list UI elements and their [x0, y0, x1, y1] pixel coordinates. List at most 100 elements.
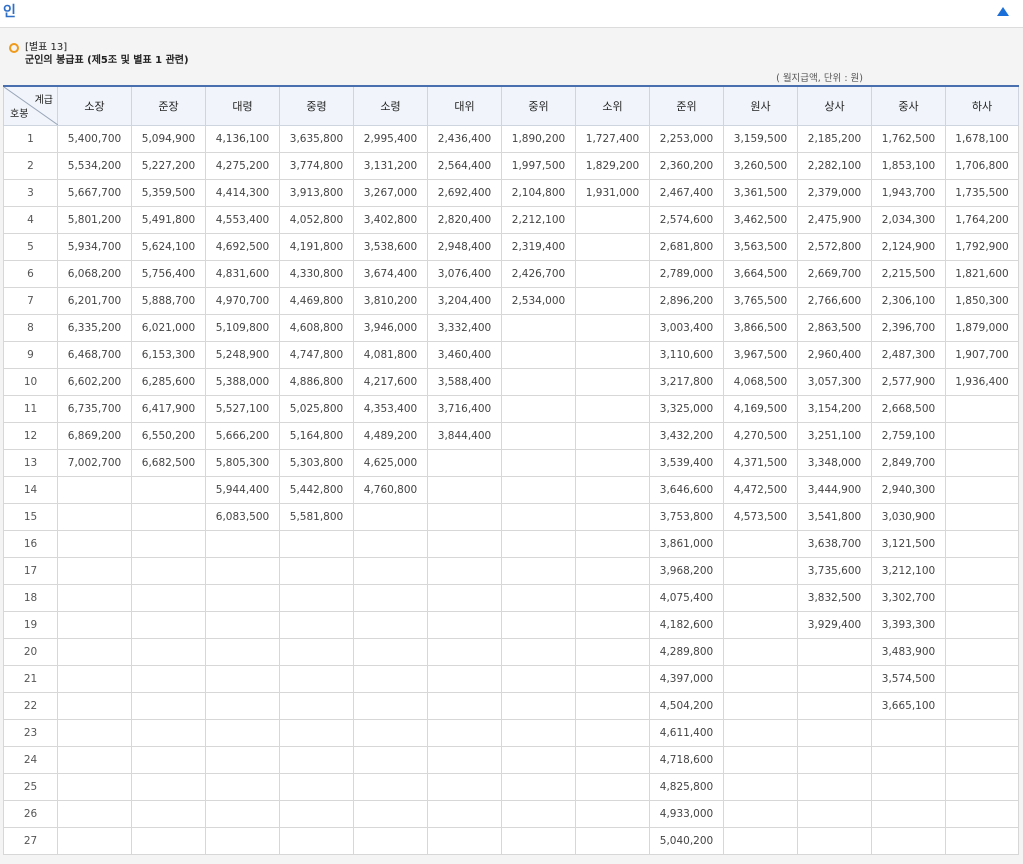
- rank-axis-label: 계급: [34, 95, 53, 106]
- salary-cell: 1,762,500: [871, 125, 946, 153]
- salary-cell: [575, 449, 650, 477]
- salary-cell: [205, 611, 280, 639]
- salary-cell: [205, 827, 280, 855]
- salary-cell: 3,361,500: [723, 179, 798, 207]
- salary-cell: [131, 503, 206, 531]
- salary-cell: 4,068,500: [723, 368, 798, 396]
- salary-cell: 5,581,800: [279, 503, 354, 531]
- salary-cell: 1,764,200: [945, 206, 1019, 234]
- salary-cell: 2,319,400: [501, 233, 576, 261]
- column-header: 소령: [353, 85, 428, 126]
- salary-cell: 4,182,600: [649, 611, 724, 639]
- step-cell: 12: [3, 422, 58, 450]
- salary-cell: 3,541,800: [797, 503, 872, 531]
- step-cell: 2: [3, 152, 58, 180]
- salary-cell: [427, 800, 502, 828]
- circle-bullet-icon: [9, 43, 19, 53]
- salary-cell: 6,682,500: [131, 449, 206, 477]
- column-header: 중위: [501, 85, 576, 126]
- salary-cell: [279, 584, 354, 612]
- salary-cell: 3,325,000: [649, 395, 724, 423]
- salary-cell: 1,997,500: [501, 152, 576, 180]
- step-axis-label: 호봉: [10, 109, 29, 120]
- salary-cell: 6,201,700: [57, 287, 132, 315]
- salary-cell: 3,716,400: [427, 395, 502, 423]
- salary-cell: 4,718,600: [649, 746, 724, 774]
- salary-cell: 4,275,200: [205, 152, 280, 180]
- salary-cell: 6,602,200: [57, 368, 132, 396]
- salary-cell: [131, 584, 206, 612]
- table-row: 25 4,825,800: [3, 773, 1019, 801]
- salary-cell: 3,348,000: [797, 449, 872, 477]
- salary-cell: [797, 692, 872, 720]
- salary-cell: [501, 503, 576, 531]
- column-header: 대령: [205, 85, 280, 126]
- salary-cell: 1,931,000: [575, 179, 650, 207]
- salary-cell: 4,136,100: [205, 125, 280, 153]
- salary-cell: [501, 827, 576, 855]
- salary-cell: 5,303,800: [279, 449, 354, 477]
- salary-cell: [57, 800, 132, 828]
- salary-cell: [427, 692, 502, 720]
- salary-cell: 3,866,500: [723, 314, 798, 342]
- salary-cell: 2,948,400: [427, 233, 502, 261]
- table-row: 4 5,801,200 5,491,800 4,553,400 4,052,800 3,4…: [3, 206, 1019, 234]
- salary-cell: [427, 719, 502, 747]
- salary-cell: [575, 395, 650, 423]
- table-row: 15 6,083,500 5,581,800 3,753,800 4,573,500 3,…: [3, 503, 1019, 531]
- salary-cell: 3,483,900: [871, 638, 946, 666]
- salary-cell: [575, 611, 650, 639]
- header-row: 계급 호봉 소장 준장 대령 중령 소령 대위 중위 소위 준위 원사 상사 중사 하사: [3, 85, 1019, 126]
- salary-cell: 1,936,400: [945, 368, 1019, 396]
- salary-cell: 3,460,400: [427, 341, 502, 369]
- salary-cell: 4,052,800: [279, 206, 354, 234]
- salary-cell: 4,472,500: [723, 476, 798, 504]
- salary-cell: 2,995,400: [353, 125, 428, 153]
- salary-cell: 2,396,700: [871, 314, 946, 342]
- step-cell: 4: [3, 206, 58, 234]
- column-header: 준위: [649, 85, 724, 126]
- salary-cell: 4,504,200: [649, 692, 724, 720]
- salary-cell: [575, 287, 650, 315]
- salary-cell: [945, 827, 1019, 855]
- salary-cell: [945, 746, 1019, 774]
- salary-cell: [575, 503, 650, 531]
- salary-cell: 5,227,200: [131, 152, 206, 180]
- salary-cell: [57, 827, 132, 855]
- salary-cell: 3,638,700: [797, 530, 872, 558]
- salary-cell: 4,825,800: [649, 773, 724, 801]
- step-cell: 9: [3, 341, 58, 369]
- step-cell: 27: [3, 827, 58, 855]
- salary-cell: [427, 584, 502, 612]
- salary-cell: 4,692,500: [205, 233, 280, 261]
- salary-cell: 3,057,300: [797, 368, 872, 396]
- step-cell: 22: [3, 692, 58, 720]
- salary-cell: 2,253,000: [649, 125, 724, 153]
- salary-cell: 3,159,500: [723, 125, 798, 153]
- salary-cell: [501, 557, 576, 585]
- salary-cell: [575, 746, 650, 774]
- salary-cell: [723, 800, 798, 828]
- salary-cell: [205, 530, 280, 558]
- table-row: 18 4,075,400 3,832,500 3,302,700: [3, 584, 1019, 612]
- salary-cell: [575, 476, 650, 504]
- salary-cell: [723, 584, 798, 612]
- salary-cell: 6,068,200: [57, 260, 132, 288]
- collapse-arrow-icon[interactable]: [997, 7, 1009, 16]
- salary-cell: [353, 503, 428, 531]
- salary-cell: 2,692,400: [427, 179, 502, 207]
- salary-cell: 3,462,500: [723, 206, 798, 234]
- salary-cell: 4,760,800: [353, 476, 428, 504]
- salary-cell: 2,534,000: [501, 287, 576, 315]
- step-cell: 17: [3, 557, 58, 585]
- table-row: 6 6,068,200 5,756,400 4,831,600 4,330,800 3,6…: [3, 260, 1019, 288]
- salary-cell: [57, 719, 132, 747]
- table-row: 3 5,667,700 5,359,500 4,414,300 3,913,800 3,2…: [3, 179, 1019, 207]
- step-cell: 11: [3, 395, 58, 423]
- salary-cell: 2,426,700: [501, 260, 576, 288]
- column-header: 준장: [131, 85, 206, 126]
- salary-cell: [57, 476, 132, 504]
- salary-cell: 2,360,200: [649, 152, 724, 180]
- salary-cell: 3,563,500: [723, 233, 798, 261]
- step-cell: 20: [3, 638, 58, 666]
